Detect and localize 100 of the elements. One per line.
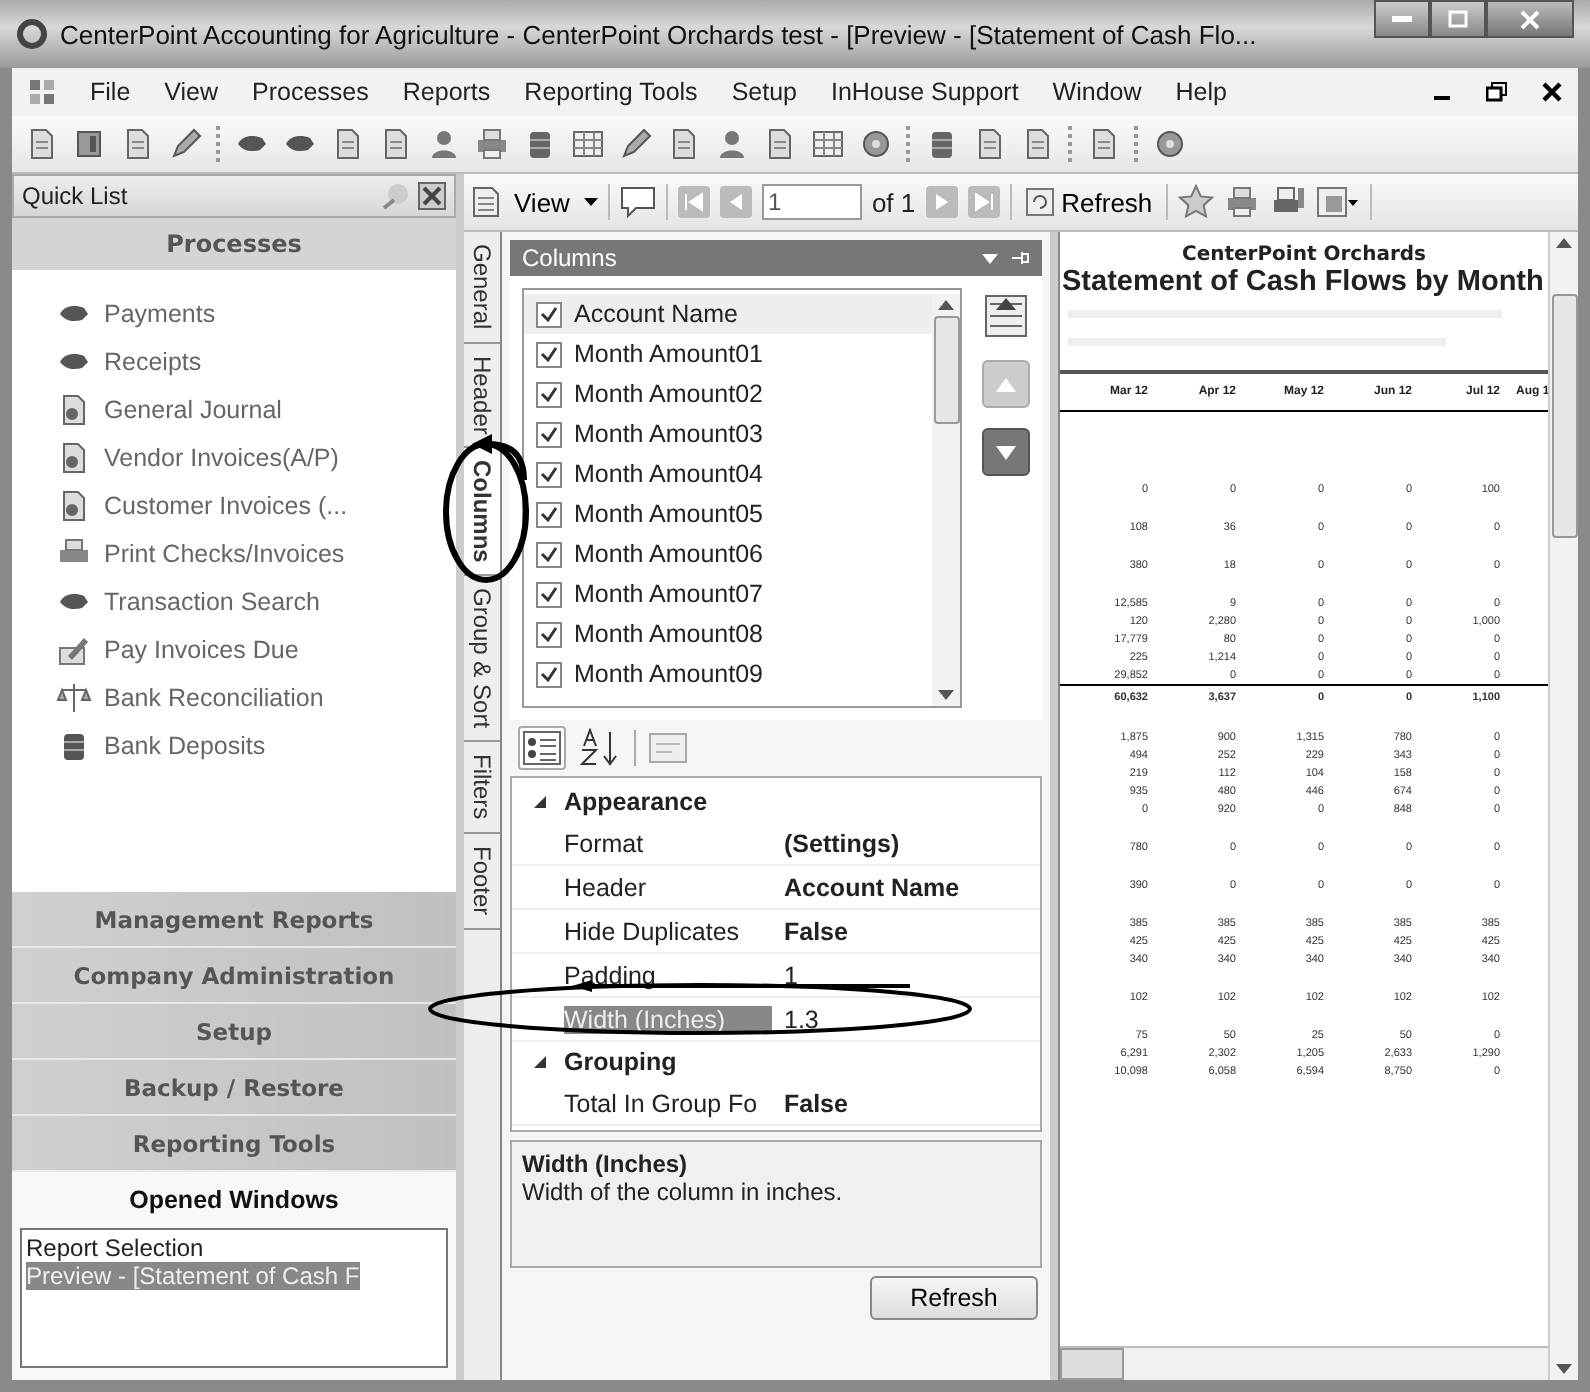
printer-icon[interactable] [1224,184,1261,220]
process-link[interactable]: Pay Invoices Due [104,635,299,663]
checkbox[interactable] [536,621,562,647]
checkbox[interactable] [536,661,562,687]
refresh-button[interactable]: Refresh [1021,187,1157,217]
grid-icon[interactable] [810,126,846,162]
process-link[interactable]: Print Checks/Invoices [104,539,345,567]
checkbox[interactable] [536,421,562,447]
process-link[interactable]: Transaction Search [104,587,320,615]
menu-item[interactable]: Setup [731,78,797,106]
column-name[interactable]: Month Amount05 [574,500,764,528]
column-name[interactable]: Month Amount07 [574,580,764,608]
checkbox[interactable] [536,581,562,607]
printer-icon[interactable] [474,126,510,162]
column-name[interactable]: Month Amount02 [574,380,764,408]
menu-item[interactable]: Reports [402,78,491,106]
column-name[interactable]: Month Amount03 [574,420,764,448]
horizontal-scrollbar[interactable] [1060,1346,1548,1380]
property-value[interactable]: False [772,1089,848,1117]
export-icon[interactable] [1316,184,1361,220]
caret-icon[interactable] [982,253,998,263]
section-header[interactable]: Processes [12,218,456,270]
speech-bubble-icon[interactable] [619,186,656,218]
section-header[interactable]: Management Reports [12,892,456,948]
menu-item[interactable]: Reporting Tools [524,78,698,106]
person-icon[interactable] [426,126,462,162]
star-icon[interactable] [1178,184,1215,220]
checkbox[interactable] [536,341,562,367]
column-name[interactable]: Month Amount01 [574,340,764,368]
person-icon[interactable] [714,126,750,162]
maximize-button[interactable] [1430,0,1486,38]
pin-icon[interactable] [380,182,412,210]
checkbox[interactable] [536,301,562,327]
move-top-icon[interactable] [982,292,1030,340]
side-tab[interactable]: Columns [464,448,500,577]
section-header[interactable]: Setup [12,1004,456,1060]
process-link[interactable]: Bank Reconciliation [104,683,324,711]
property-value[interactable]: False [772,917,848,945]
scrollbar[interactable] [1548,232,1578,1380]
scroll-thumb[interactable] [933,316,959,424]
up-arrow-icon [996,377,1016,391]
menu-item[interactable]: View [164,78,219,106]
scroll-thumb[interactable] [1551,294,1577,538]
window-list-item[interactable]: Report Selection [26,1234,442,1262]
close-icon[interactable] [1542,82,1562,102]
menu-item[interactable]: Window [1052,78,1142,106]
section-header[interactable]: Reporting Tools [12,1116,456,1172]
collapse-icon[interactable] [532,1054,548,1070]
restore-icon[interactable] [1486,82,1508,102]
property-name[interactable]: Header [564,873,772,901]
grid-icon[interactable] [570,126,606,162]
menu-item[interactable]: Help [1175,78,1227,106]
pin-icon[interactable] [1010,248,1030,268]
sort-alphabetical-icon[interactable] [578,728,622,768]
process-link[interactable]: Vendor Invoices(A/P) [104,443,339,471]
side-tab[interactable]: General [464,232,500,344]
process-link[interactable]: General Journal [104,395,282,423]
refresh-button[interactable]: Refresh [870,1276,1038,1320]
property-name[interactable]: Total In Group Fo [564,1089,772,1117]
scroll-up-icon[interactable] [1556,238,1572,248]
column-name[interactable]: Month Amount04 [574,460,764,488]
column-name[interactable]: Month Amount09 [574,660,764,688]
property-value[interactable]: (Settings) [772,829,900,857]
side-tab[interactable]: Footer [464,834,500,930]
categorized-button[interactable] [518,726,566,770]
scroll-up-icon[interactable] [938,300,954,310]
pen-icon[interactable] [168,126,204,162]
property-value[interactable]: 1.3 [772,1005,819,1033]
checkbox[interactable] [536,541,562,567]
side-tab[interactable]: Filters [464,742,500,835]
pen-icon[interactable] [618,126,654,162]
side-tab[interactable]: Group & Sort [464,576,500,743]
menu-item[interactable]: InHouse Support [830,78,1019,106]
scroll-down-icon[interactable] [938,690,954,700]
property-value[interactable]: Account Name [772,873,960,901]
checkbox[interactable] [536,381,562,407]
menu-item[interactable]: File [90,78,131,106]
scrollbar[interactable] [932,294,960,706]
column-name[interactable]: Month Amount08 [574,620,764,648]
scroll-down-icon[interactable] [1556,1364,1572,1374]
section-header[interactable]: Company Administration [12,948,456,1004]
property-value[interactable]: 1 [772,961,798,989]
collapse-icon[interactable] [532,794,548,810]
minimize-button[interactable] [1374,0,1430,38]
process-link[interactable]: Receipts [104,347,202,375]
property-name[interactable]: Hide Duplicates [564,917,772,945]
view-dropdown[interactable]: View [510,187,574,217]
checkbox[interactable] [536,501,562,527]
process-link[interactable]: Payments [104,299,216,327]
page-field[interactable]: 1 [761,184,862,220]
process-link[interactable]: Customer Invoices (... [104,491,348,519]
column-name[interactable]: Month Amount06 [574,540,764,568]
checkbox[interactable] [536,461,562,487]
property-name[interactable]: Format [564,829,772,857]
menu-item[interactable]: Processes [252,78,369,106]
process-link[interactable]: Bank Deposits [104,731,266,759]
section-header[interactable]: Backup / Restore [12,1060,456,1116]
close-icon[interactable] [418,182,446,210]
move-down-button[interactable] [982,428,1030,476]
close-button[interactable] [1486,0,1574,38]
